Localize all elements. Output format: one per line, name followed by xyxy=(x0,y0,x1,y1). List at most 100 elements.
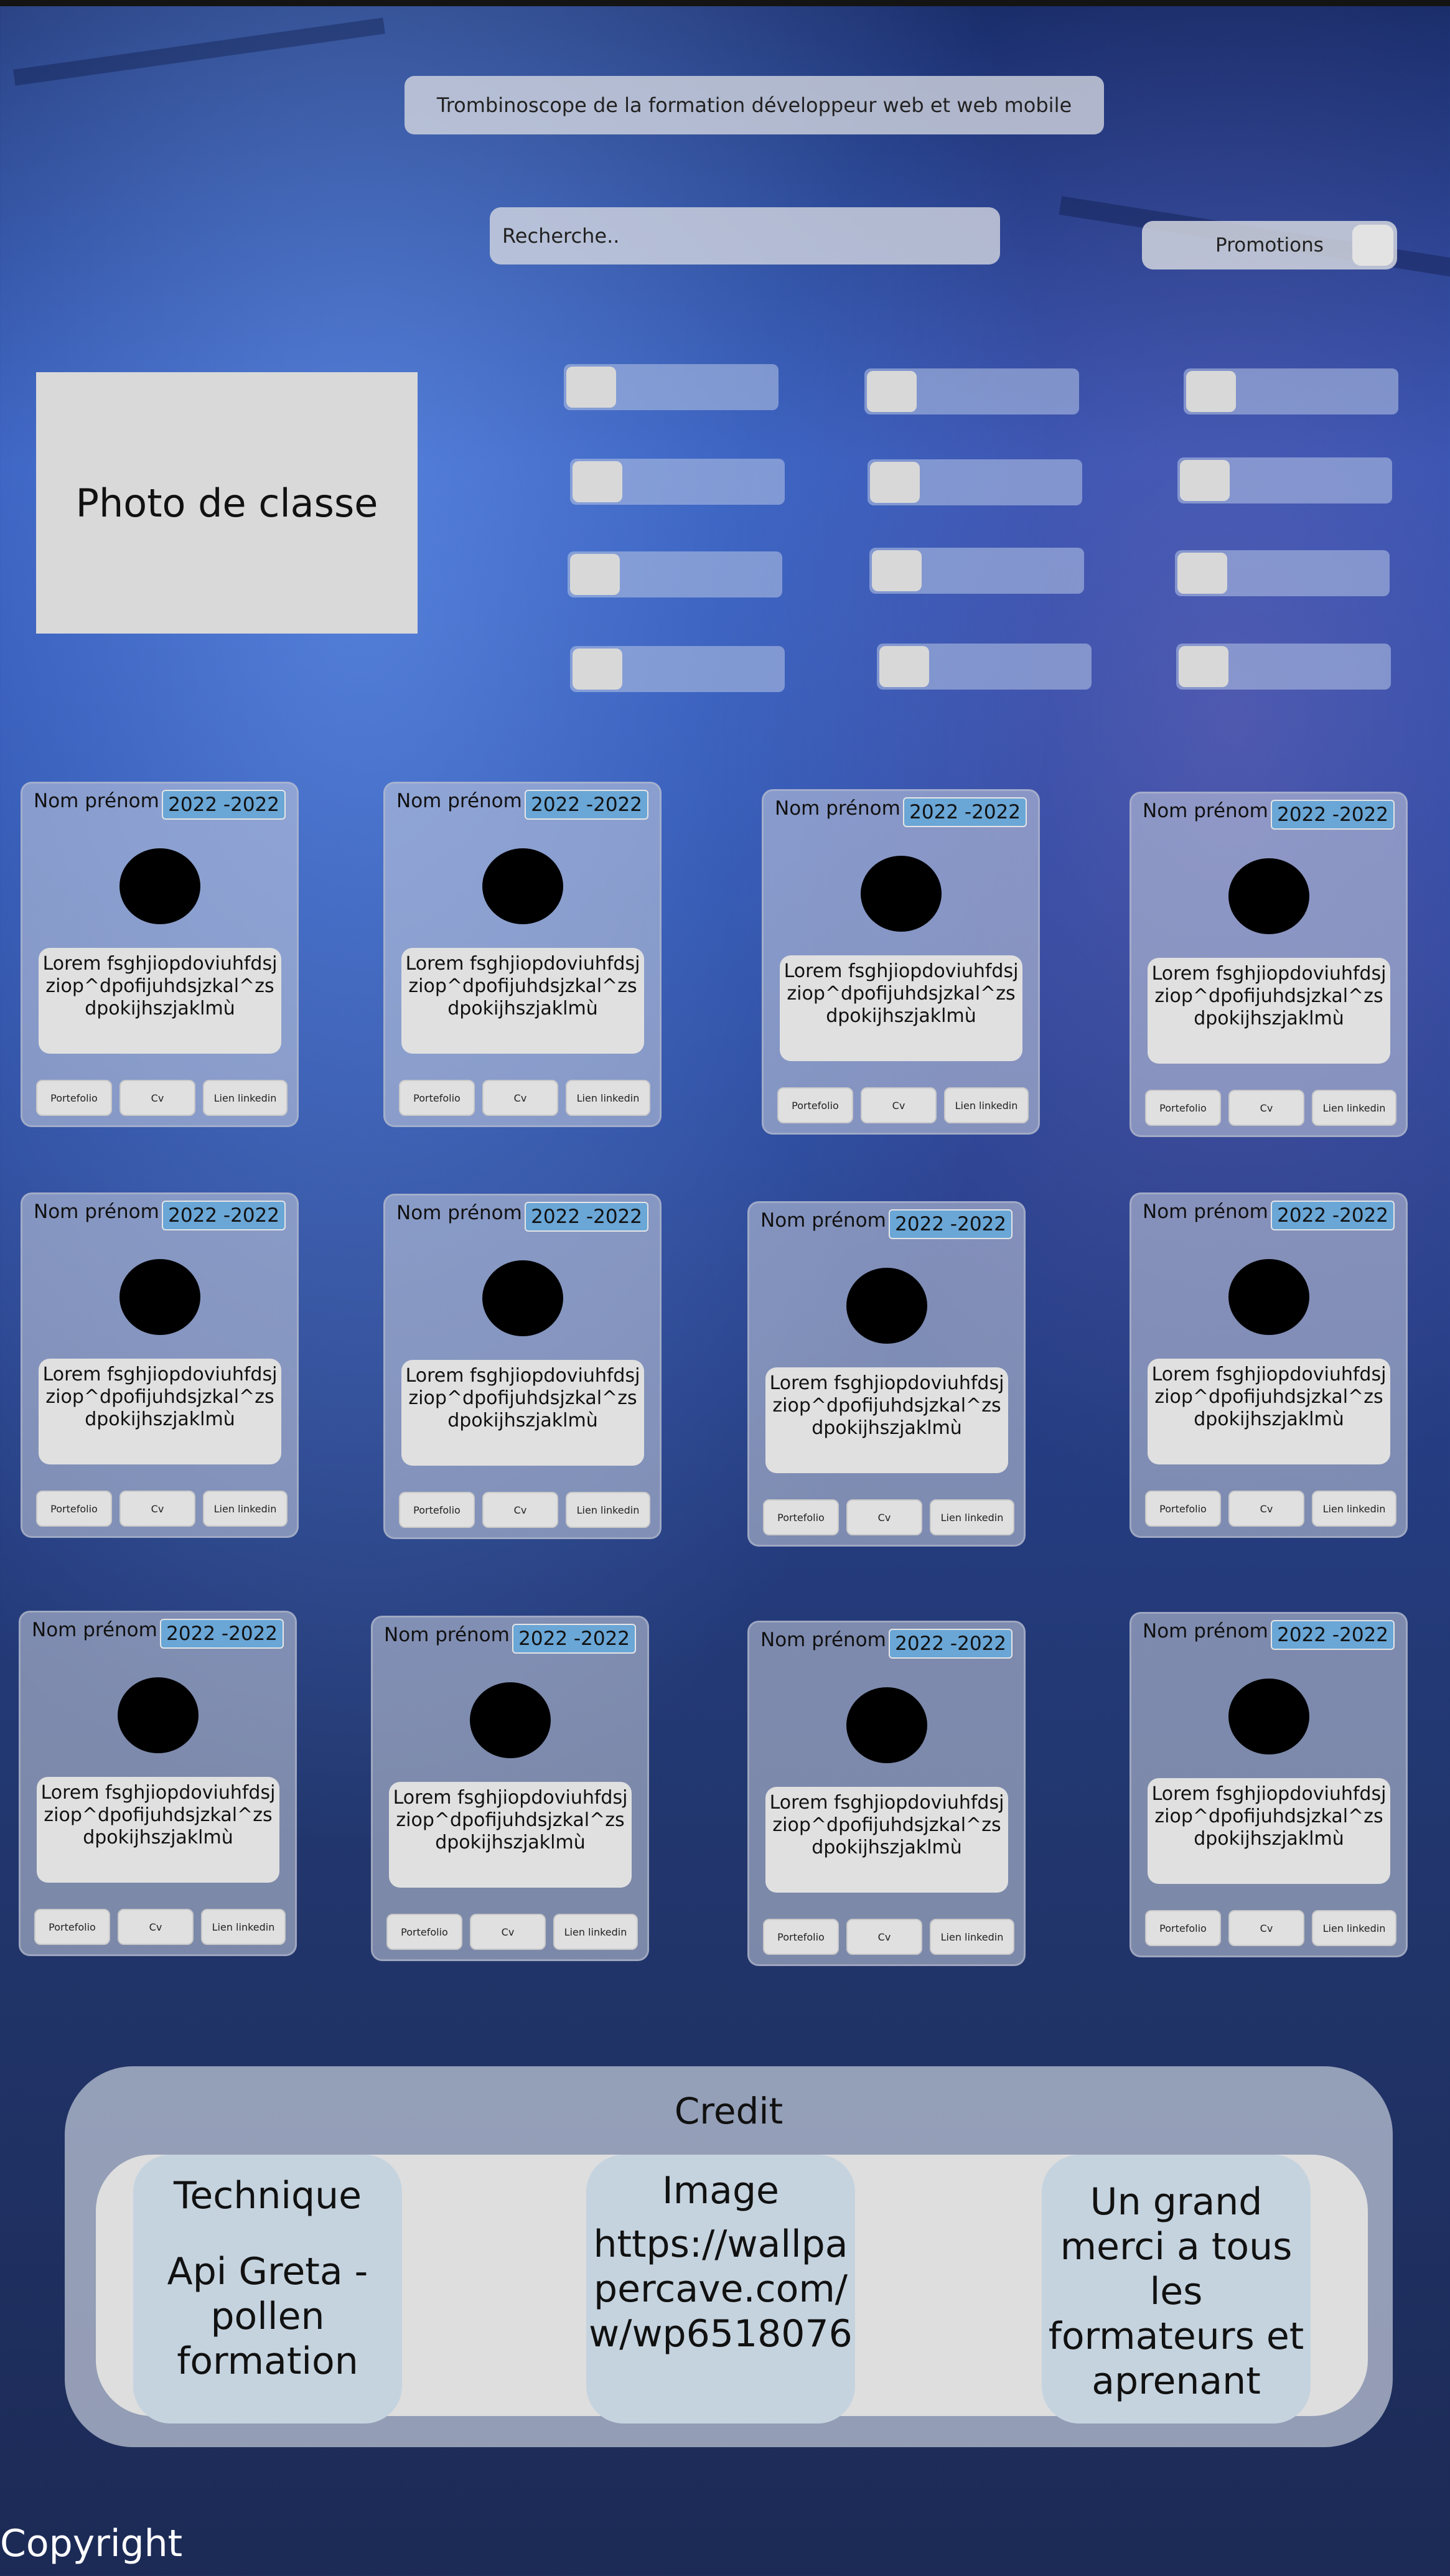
credit-thanks: Un grand merci a tous les formateurs et … xyxy=(1042,2155,1311,2424)
linkedin-button[interactable]: Lien linkedin xyxy=(930,1499,1014,1535)
avatar xyxy=(482,1260,563,1336)
portfolio-button[interactable]: Portefolio xyxy=(36,1080,112,1116)
promotion-dates-badge: 2022 -2022 xyxy=(525,790,648,820)
filter-slider[interactable] xyxy=(1176,644,1391,690)
filter-slider[interactable] xyxy=(868,459,1082,505)
linkedin-button[interactable]: Lien linkedin xyxy=(930,1919,1014,1955)
slider-thumb[interactable] xyxy=(1186,371,1236,412)
background-ceiling-light xyxy=(13,17,385,86)
slider-thumb[interactable] xyxy=(1180,460,1230,501)
filter-slider[interactable] xyxy=(564,364,779,410)
slider-thumb[interactable] xyxy=(570,554,620,595)
filter-slider[interactable] xyxy=(570,459,785,505)
cv-button[interactable]: Cv xyxy=(846,1499,922,1535)
promotion-dates-badge: 2022 -2022 xyxy=(1271,1620,1395,1650)
slider-thumb[interactable] xyxy=(573,461,622,502)
cv-button[interactable]: Cv xyxy=(1228,1910,1304,1946)
credit-title: Credit xyxy=(674,2090,783,2132)
portfolio-button[interactable]: Portefolio xyxy=(386,1914,462,1950)
filter-slider[interactable] xyxy=(570,646,785,692)
portfolio-button[interactable]: Portefolio xyxy=(36,1491,112,1527)
student-description: Lorem fsghjiopdoviuhfdsjziop^dpofijuhdsj… xyxy=(765,1367,1008,1473)
promotions-label: Promotions xyxy=(1215,234,1324,256)
image-heading: Image xyxy=(662,2169,779,2213)
portfolio-button[interactable]: Portefolio xyxy=(1145,1090,1221,1126)
portfolio-button[interactable]: Portefolio xyxy=(34,1909,110,1945)
linkedin-button[interactable]: Lien linkedin xyxy=(566,1080,650,1116)
cv-button[interactable]: Cv xyxy=(846,1919,922,1955)
student-name: Nom prénom xyxy=(760,1209,886,1232)
filter-slider[interactable] xyxy=(864,368,1079,415)
linkedin-button[interactable]: Lien linkedin xyxy=(553,1914,638,1950)
student-name: Nom prénom xyxy=(1143,800,1268,822)
slider-thumb[interactable] xyxy=(566,367,616,408)
linkedin-button[interactable]: Lien linkedin xyxy=(944,1087,1029,1123)
student-description: Lorem fsghjiopdoviuhfdsjziop^dpofijuhdsj… xyxy=(39,1359,281,1464)
avatar xyxy=(1228,1679,1309,1754)
linkedin-button[interactable]: Lien linkedin xyxy=(201,1909,286,1945)
thanks-text: Un grand merci a tous les formateurs et … xyxy=(1048,2180,1304,2403)
filter-slider[interactable] xyxy=(568,551,782,597)
student-name: Nom prénom xyxy=(396,790,522,812)
filter-slider[interactable] xyxy=(1177,457,1392,503)
promotion-dates-badge: 2022 -2022 xyxy=(889,1209,1013,1239)
slider-thumb[interactable] xyxy=(1177,553,1227,594)
slider-thumb[interactable] xyxy=(867,371,917,412)
credit-technique: Technique Api Greta - pollen formation xyxy=(133,2155,402,2424)
slider-thumb[interactable] xyxy=(573,649,622,690)
search-input[interactable]: Recherche.. xyxy=(490,207,1000,265)
cv-button[interactable]: Cv xyxy=(1228,1090,1304,1126)
portfolio-button[interactable]: Portefolio xyxy=(763,1499,839,1535)
avatar xyxy=(117,1677,199,1753)
student-card: Nom prénom 2022 -2022 Lorem fsghjiopdoviuh… xyxy=(1130,792,1408,1137)
linkedin-button[interactable]: Lien linkedin xyxy=(1312,1491,1396,1527)
promotion-dates-badge: 2022 -2022 xyxy=(512,1624,636,1654)
portfolio-button[interactable]: Portefolio xyxy=(1145,1491,1221,1527)
cv-button[interactable]: Cv xyxy=(482,1080,558,1116)
promotion-dates-badge: 2022 -2022 xyxy=(160,1619,284,1649)
toggle-knob[interactable] xyxy=(1352,225,1393,266)
cv-button[interactable]: Cv xyxy=(1228,1491,1304,1527)
slider-thumb[interactable] xyxy=(872,550,922,591)
portfolio-button[interactable]: Portefolio xyxy=(1145,1910,1221,1946)
technique-text: Api Greta - pollen formation xyxy=(167,2250,368,2383)
portfolio-button[interactable]: Portefolio xyxy=(399,1492,475,1528)
student-name: Nom prénom xyxy=(1143,1620,1268,1642)
cv-button[interactable]: Cv xyxy=(119,1491,195,1527)
cv-button[interactable]: Cv xyxy=(118,1909,194,1945)
image-source-link[interactable]: https://wallpapercave.com/w/wp6518076 xyxy=(589,2222,853,2356)
linkedin-button[interactable]: Lien linkedin xyxy=(203,1491,288,1527)
slider-thumb[interactable] xyxy=(879,646,929,687)
cv-button[interactable]: Cv xyxy=(470,1914,546,1950)
cv-button[interactable]: Cv xyxy=(119,1080,195,1116)
cv-button[interactable]: Cv xyxy=(482,1492,558,1528)
student-description: Lorem fsghjiopdoviuhfdsjziop^dpofijuhdsj… xyxy=(401,948,644,1054)
student-description: Lorem fsghjiopdoviuhfdsjziop^dpofijuhdsj… xyxy=(765,1787,1008,1893)
student-card: Nom prénom 2022 -2022 Lorem fsghjiopdoviuh… xyxy=(21,1192,299,1538)
slider-thumb[interactable] xyxy=(1179,646,1228,687)
page-title: Trombinoscope de la formation développeu… xyxy=(405,76,1104,134)
filter-slider[interactable] xyxy=(869,548,1084,594)
student-name: Nom prénom xyxy=(34,790,159,812)
student-card: Nom prénom 2022 -2022 Lorem fsghjiopdoviuh… xyxy=(371,1616,649,1961)
avatar xyxy=(1228,858,1309,934)
filter-slider[interactable] xyxy=(1184,368,1398,415)
promotions-toggle[interactable]: Promotions xyxy=(1142,221,1397,269)
cv-button[interactable]: Cv xyxy=(861,1087,937,1123)
linkedin-button[interactable]: Lien linkedin xyxy=(566,1492,650,1528)
student-card: Nom prénom 2022 -2022 Lorem fsghjiopdoviuh… xyxy=(747,1201,1026,1547)
student-card: Nom prénom 2022 -2022 Lorem fsghjiopdoviuh… xyxy=(383,782,662,1127)
portfolio-button[interactable]: Portefolio xyxy=(399,1080,475,1116)
filter-slider[interactable] xyxy=(877,644,1092,690)
avatar xyxy=(1228,1259,1309,1335)
filter-slider[interactable] xyxy=(1175,550,1390,596)
linkedin-button[interactable]: Lien linkedin xyxy=(203,1080,288,1116)
linkedin-button[interactable]: Lien linkedin xyxy=(1312,1910,1396,1946)
student-description: Lorem fsghjiopdoviuhfdsjziop^dpofijuhdsj… xyxy=(39,948,281,1054)
top-bar xyxy=(0,0,1450,6)
portfolio-button[interactable]: Portefolio xyxy=(777,1087,853,1123)
slider-thumb[interactable] xyxy=(870,462,920,503)
credit-image: Image https://wallpapercave.com/w/wp6518… xyxy=(586,2155,855,2424)
linkedin-button[interactable]: Lien linkedin xyxy=(1312,1090,1396,1126)
portfolio-button[interactable]: Portefolio xyxy=(763,1919,839,1955)
